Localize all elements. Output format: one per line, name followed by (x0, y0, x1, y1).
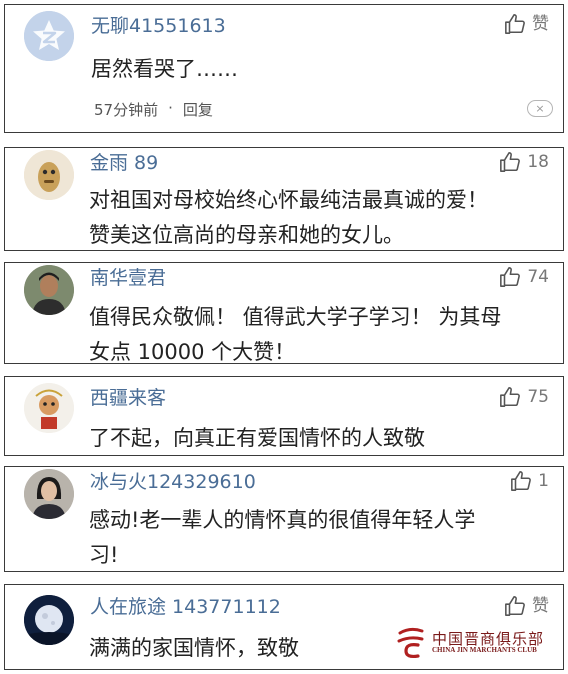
like-count: 赞 (532, 596, 549, 616)
close-icon: × (535, 102, 545, 115)
thumbs-up-icon (511, 471, 532, 491)
comment-line: 赞美这位高尚的母亲和她的女儿。 (89, 223, 404, 247)
thumbs-up-icon (500, 267, 521, 287)
default-avatar-icon (24, 11, 74, 61)
watermark-cn: 中国晋商俱乐部 (432, 629, 545, 648)
comment-card: 西疆来客 75 了不起，向真正有爱国情怀的人致敬 (4, 376, 564, 456)
avatar[interactable] (24, 150, 74, 200)
avatar[interactable] (24, 595, 74, 645)
man-photo-avatar (24, 265, 74, 315)
comment-text: 感动!老一辈人的情怀真的很值得年轻人学 习! (89, 503, 549, 573)
avatar[interactable] (24, 383, 74, 433)
watermark-en: CHINA JIN MARCHANTS CLUB (432, 646, 537, 655)
username[interactable]: 人在旅途 143771112 (90, 595, 281, 619)
woman-photo-avatar (24, 469, 74, 519)
like-count: 75 (527, 387, 549, 407)
thumbs-up-icon (500, 387, 521, 407)
like-button[interactable]: 74 (499, 266, 549, 288)
comment-line: 值得民众敬佩！ 值得武大学子学习！ 为其母 (89, 305, 502, 329)
comment-meta: 57分钟前 · 回复 (94, 99, 213, 120)
monkey-king-avatar (24, 383, 74, 433)
reply-link[interactable]: 回复 (183, 99, 213, 120)
avatar[interactable] (24, 11, 74, 61)
avatar[interactable] (24, 265, 74, 315)
like-count: 18 (527, 152, 549, 172)
username[interactable]: 南华壹君 (90, 266, 166, 290)
comment-card: 无聊41551613 赞 居然看哭了…… 57分钟前 · 回复 × (4, 4, 564, 133)
like-button[interactable]: 75 (499, 386, 549, 408)
comment-text: 居然看哭了…… (91, 52, 549, 87)
like-button[interactable]: 18 (499, 151, 549, 173)
comment-line: 感动!老一辈人的情怀真的很值得年轻人学 (89, 508, 476, 532)
comment-card: 冰与火124329610 1 感动!老一辈人的情怀真的很值得年轻人学 习! (4, 466, 564, 572)
like-button[interactable]: 1 (510, 470, 549, 492)
dismiss-button[interactable]: × (527, 100, 553, 117)
like-button[interactable]: 赞 (504, 595, 549, 617)
comment-line: 习! (89, 543, 119, 567)
comment-line: 对祖国对母校始终心怀最纯洁最真诚的爱！ (89, 188, 488, 212)
separator-dot: · (168, 99, 173, 117)
comment-card: 南华壹君 74 值得民众敬佩！ 值得武大学子学习！ 为其母 女点 10000 个… (4, 262, 564, 364)
like-count: 1 (538, 471, 549, 491)
like-button[interactable]: 赞 (504, 13, 549, 35)
comment-text: 值得民众敬佩！ 值得武大学子学习！ 为其母 女点 10000 个大赞！ (89, 300, 549, 370)
watermark-text: 中国晋商俱乐部 CHINA JIN MARCHANTS CLUB (432, 631, 544, 655)
username[interactable]: 冰与火124329610 (90, 470, 256, 494)
timestamp: 57分钟前 (94, 101, 159, 119)
avatar[interactable] (24, 469, 74, 519)
comment-text: 了不起，向真正有爱国情怀的人致敬 (89, 421, 549, 456)
comment-text: 对祖国对母校始终心怀最纯洁最真诚的爱！ 赞美这位高尚的母亲和她的女儿。 (89, 183, 549, 253)
moon-avatar (24, 595, 74, 645)
like-count: 赞 (532, 14, 549, 34)
thumbs-up-icon (505, 14, 525, 34)
thumbs-up-icon (500, 152, 521, 172)
potato-avatar (24, 150, 74, 200)
username[interactable]: 无聊41551613 (91, 14, 226, 38)
thumbs-up-icon (505, 596, 525, 616)
comment-line: 了不起，向真正有爱国情怀的人致敬 (89, 426, 425, 450)
username[interactable]: 西疆来客 (90, 386, 166, 410)
comment-line: 女点 10000 个大赞！ (89, 340, 296, 364)
club-logo-icon (397, 627, 424, 659)
club-watermark: 中国晋商俱乐部 CHINA JIN MARCHANTS CLUB (396, 620, 564, 666)
comment-line: 居然看哭了…… (91, 57, 238, 81)
comment-card: 金雨 89 18 对祖国对母校始终心怀最纯洁最真诚的爱！ 赞美这位高尚的母亲和她… (4, 147, 564, 251)
like-count: 74 (527, 267, 549, 287)
username[interactable]: 金雨 89 (90, 151, 158, 175)
